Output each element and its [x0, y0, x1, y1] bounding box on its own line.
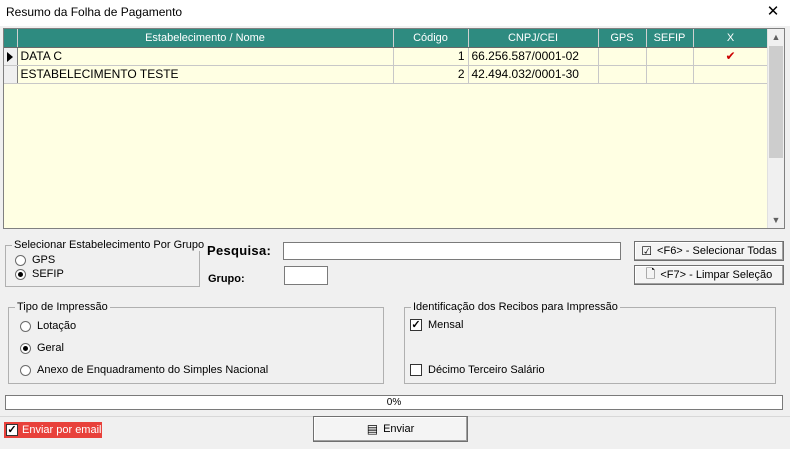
- clear-selection-button[interactable]: 🗋 <F7> - Limpar Seleção: [634, 265, 784, 285]
- print-type-legend: Tipo de Impressão: [15, 301, 110, 313]
- cell-sefip[interactable]: [646, 65, 694, 84]
- radio-lotacao-dot[interactable]: [20, 320, 31, 332]
- row-pointer-icon: [7, 51, 13, 62]
- progress-label: 0%: [386, 397, 402, 408]
- row-indicator: [4, 65, 18, 84]
- pesquisa-input[interactable]: [283, 242, 621, 260]
- cell-nome[interactable]: ESTABELECIMENTO TESTE: [17, 65, 394, 84]
- group-selector-legend: Selecionar Estabelecimento Por Grupo: [12, 239, 207, 251]
- cell-cnpj[interactable]: 42.494.032/0001-30: [468, 65, 599, 84]
- checkbox-decimo-box[interactable]: [410, 364, 422, 376]
- progress-bar: 0%: [5, 395, 783, 410]
- send-email-label: Enviar por email: [22, 424, 102, 436]
- grupo-input[interactable]: [284, 266, 328, 285]
- radio-geral-dot[interactable]: [20, 342, 31, 354]
- pesquisa-label: Pesquisa:: [207, 243, 272, 258]
- col-header-codigo[interactable]: Código: [393, 29, 469, 48]
- selected-checkmark-icon[interactable]: ✔: [693, 47, 769, 66]
- close-icon[interactable]: ✕: [762, 2, 784, 22]
- send-button[interactable]: ▤ Enviar: [313, 416, 468, 442]
- radio-sefip[interactable]: SEFIP: [15, 268, 64, 280]
- cell-gps[interactable]: [598, 65, 647, 84]
- send-printer-icon: ▤: [366, 422, 379, 436]
- col-header-sefip[interactable]: SEFIP: [646, 29, 694, 48]
- select-all-label: <F6> - Selecionar Todas: [657, 245, 777, 257]
- scroll-thumb[interactable]: [769, 46, 783, 158]
- current-row-indicator: [4, 47, 18, 66]
- checkbox-decimo[interactable]: Décimo Terceiro Salário: [410, 364, 545, 376]
- scroll-down-icon[interactable]: ▼: [768, 212, 784, 228]
- col-header-gps[interactable]: GPS: [598, 29, 647, 48]
- send-email-box[interactable]: ✓: [6, 424, 18, 436]
- check-document-icon: ☑: [641, 244, 653, 258]
- send-email-checkbox[interactable]: ✓ Enviar por email: [4, 422, 102, 438]
- table-row[interactable]: DATA C 1 66.256.587/0001-02 ✔: [4, 47, 769, 66]
- establishments-grid[interactable]: Estabelecimento / Nome Código CNPJ/CEI G…: [3, 28, 785, 229]
- row-indicator-header: [4, 29, 18, 48]
- window-title: Resumo da Folha de Pagamento: [6, 5, 183, 19]
- radio-anexo-label: Anexo de Enquadramento do Simples Nacion…: [37, 364, 269, 376]
- radio-gps-label: GPS: [32, 254, 56, 266]
- cell-codigo[interactable]: 2: [393, 65, 469, 84]
- group-selector-box: Selecionar Estabelecimento Por Grupo: [5, 239, 207, 287]
- cell-sefip[interactable]: [646, 47, 694, 66]
- clear-selection-label: <F7> - Limpar Seleção: [660, 269, 773, 281]
- radio-sefip-dot[interactable]: [15, 268, 26, 280]
- radio-sefip-label: SEFIP: [32, 268, 64, 280]
- scroll-up-icon[interactable]: ▲: [768, 29, 784, 45]
- grid-vertical-scrollbar[interactable]: ▲ ▼: [767, 29, 784, 228]
- send-label: Enviar: [383, 423, 415, 435]
- cell-x[interactable]: [693, 65, 769, 84]
- select-all-button[interactable]: ☑ <F6> - Selecionar Todas: [634, 241, 784, 261]
- radio-gps-dot[interactable]: [15, 254, 26, 266]
- radio-lotacao-label: Lotação: [37, 320, 77, 332]
- receipts-legend: Identificação dos Recibos para Impressão: [411, 301, 620, 313]
- col-header-cnpj[interactable]: CNPJ/CEI: [468, 29, 599, 48]
- radio-lotacao[interactable]: Lotação: [20, 320, 76, 332]
- radio-geral-label: Geral: [37, 342, 64, 354]
- cell-codigo[interactable]: 1: [393, 47, 469, 66]
- checkbox-mensal-box[interactable]: ✓: [410, 319, 422, 331]
- radio-geral[interactable]: Geral: [20, 342, 64, 354]
- cell-gps[interactable]: [598, 47, 647, 66]
- radio-anexo[interactable]: Anexo de Enquadramento do Simples Nacion…: [20, 364, 268, 376]
- cell-nome[interactable]: DATA C: [17, 47, 394, 66]
- cell-cnpj[interactable]: 66.256.587/0001-02: [468, 47, 599, 66]
- blank-document-icon: 🗋: [645, 266, 656, 281]
- table-row[interactable]: ESTABELECIMENTO TESTE 2 42.494.032/0001-…: [4, 65, 769, 84]
- col-header-nome[interactable]: Estabelecimento / Nome: [17, 29, 394, 48]
- checkbox-mensal-label: Mensal: [428, 319, 464, 331]
- checkbox-decimo-label: Décimo Terceiro Salário: [428, 364, 545, 376]
- col-header-x[interactable]: X: [693, 29, 769, 48]
- radio-gps[interactable]: GPS: [15, 254, 55, 266]
- title-bar: Resumo da Folha de Pagamento ✕: [0, 0, 790, 26]
- radio-anexo-dot[interactable]: [20, 364, 31, 376]
- grupo-label: Grupo:: [208, 273, 245, 285]
- checkbox-mensal[interactable]: ✓ Mensal: [410, 319, 463, 331]
